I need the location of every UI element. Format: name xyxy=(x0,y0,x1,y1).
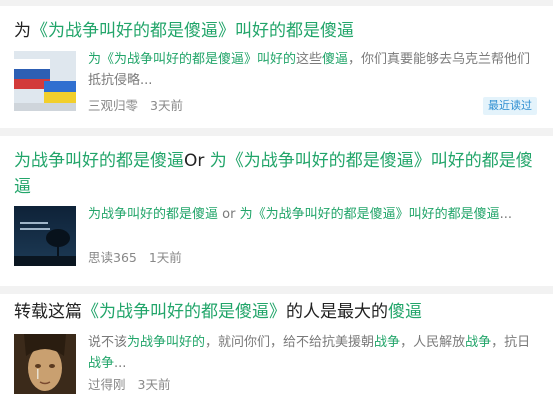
text-segment: ，抗日 xyxy=(491,335,531,350)
article-meta: 思读365 1天前 xyxy=(88,249,182,267)
article-thumbnail[interactable] xyxy=(14,206,76,266)
crying-woman-image xyxy=(14,334,76,394)
text-segment: ，就问你们，给不给抗美援朝 xyxy=(205,335,375,350)
highlighted-keyword: 《为战争叫好的都是傻逼》叫好的都是傻逼 xyxy=(31,21,354,41)
highlighted-keyword: 战争 xyxy=(465,335,492,350)
text-segment: 的人是最大的 xyxy=(286,302,388,322)
article-thumbnail[interactable] xyxy=(14,51,76,111)
author-name[interactable]: 三观归零 xyxy=(88,98,138,113)
russia-ukraine-flags-image xyxy=(14,51,76,111)
author-name[interactable]: 过得刚 xyxy=(88,377,126,392)
recently-read-badge: 最近读过 xyxy=(483,97,537,115)
highlighted-keyword: 为战争叫好的都是傻逼 xyxy=(14,151,184,171)
article-list: 为《为战争叫好的都是傻逼》叫好的都是傻逼 为《为战争叫好的都是傻逼》叫好的这些傻… xyxy=(0,0,553,410)
article-card[interactable]: 为战争叫好的都是傻逼Or 为《为战争叫好的都是傻逼》叫好的都是傻逼 为战争叫好的… xyxy=(0,136,553,286)
highlighted-keyword: 《为战争叫好的都是傻逼》 xyxy=(82,302,286,322)
highlighted-keyword: 为《为战争叫好的都是傻逼》叫好的 xyxy=(88,52,297,67)
text-segment: 为 xyxy=(14,21,31,41)
text-segment: ，人民解放 xyxy=(400,335,466,350)
highlighted-keyword: 为战争叫好的 xyxy=(127,335,206,350)
article-title[interactable]: 为战争叫好的都是傻逼Or 为《为战争叫好的都是傻逼》叫好的都是傻逼 xyxy=(14,148,539,200)
text-segment: 转载这篇 xyxy=(14,302,82,322)
highlighted-keyword: 傻逼 xyxy=(322,52,349,67)
highlighted-keyword: 为战争叫好的都是傻逼 xyxy=(88,207,219,222)
highlighted-keyword: 为《为战争叫好的都是傻逼》叫好的都是傻逼 xyxy=(239,207,500,222)
text-segment: or xyxy=(218,207,240,222)
post-time: 1天前 xyxy=(148,250,182,265)
article-meta: 过得刚 3天前 xyxy=(88,376,170,394)
highlighted-keyword: 傻逼 xyxy=(388,302,422,322)
text-segment: ... xyxy=(499,207,513,222)
article-thumbnail[interactable] xyxy=(14,334,76,394)
text-segment: Or xyxy=(184,151,210,171)
article-snippet: 为《为战争叫好的都是傻逼》叫好的这些傻逼，你们真要能够去乌克兰帮他们抵抗侵略..… xyxy=(88,49,539,91)
author-name[interactable]: 思读365 xyxy=(88,250,137,265)
article-title[interactable]: 为《为战争叫好的都是傻逼》叫好的都是傻逼 xyxy=(14,18,539,44)
article-title[interactable]: 转载这篇《为战争叫好的都是傻逼》的人是最大的傻逼 xyxy=(14,299,539,325)
article-card[interactable]: 转载这篇《为战争叫好的都是傻逼》的人是最大的傻逼 说不该为战争叫好的，就问你们，… xyxy=(0,294,553,410)
article-meta: 三观归零 3天前 xyxy=(88,97,183,115)
highlighted-keyword: 战争 xyxy=(374,335,401,350)
post-time: 3天前 xyxy=(137,377,171,392)
highlighted-keyword: 战争 xyxy=(88,356,115,371)
text-segment: 说不该 xyxy=(88,335,128,350)
article-card[interactable]: 为《为战争叫好的都是傻逼》叫好的都是傻逼 为《为战争叫好的都是傻逼》叫好的这些傻… xyxy=(0,6,553,128)
night-tree-image xyxy=(14,206,76,266)
article-snippet: 说不该为战争叫好的，就问你们，给不给抗美援朝战争，人民解放战争，抗日战争... xyxy=(88,332,539,374)
text-segment: ... xyxy=(114,356,127,371)
text-segment: 这些 xyxy=(296,52,323,67)
article-snippet: 为战争叫好的都是傻逼 or 为《为战争叫好的都是傻逼》叫好的都是傻逼... xyxy=(88,204,539,225)
post-time: 3天前 xyxy=(150,98,183,113)
